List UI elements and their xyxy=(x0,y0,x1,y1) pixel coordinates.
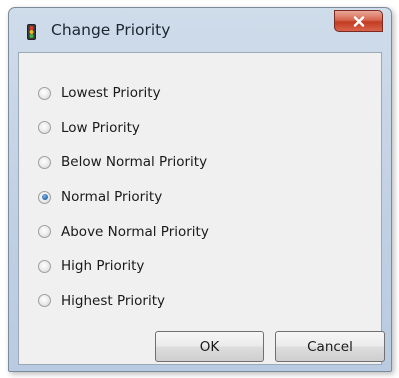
radio-below-normal-priority[interactable]: Below Normal Priority xyxy=(38,145,209,180)
radio-button[interactable] xyxy=(38,294,51,308)
option-label: Highest Priority xyxy=(61,292,165,309)
option-label: Below Normal Priority xyxy=(61,154,208,171)
radio-highest-priority[interactable]: Highest Priority xyxy=(38,284,209,319)
dialog-title: Change Priority xyxy=(51,21,171,39)
radio-button[interactable] xyxy=(38,190,51,204)
option-label: Low Priority xyxy=(61,119,140,136)
priority-options: Lowest Priority Low Priority Below Norma… xyxy=(38,76,209,318)
title-bar[interactable]: Change Priority xyxy=(9,8,391,52)
option-label: Normal Priority xyxy=(61,189,163,206)
radio-normal-priority[interactable]: Normal Priority xyxy=(38,180,209,215)
close-button[interactable] xyxy=(334,10,383,32)
ok-button[interactable]: OK xyxy=(155,331,264,362)
radio-button[interactable] xyxy=(38,155,51,169)
radio-button[interactable] xyxy=(38,121,51,135)
cancel-button[interactable]: Cancel xyxy=(275,331,385,362)
close-icon xyxy=(353,15,364,27)
dialog-body: Lowest Priority Low Priority Below Norma… xyxy=(18,52,385,365)
radio-low-priority[interactable]: Low Priority xyxy=(38,111,209,146)
change-priority-dialog: Change Priority Lowest Priority Low Prio… xyxy=(8,7,392,372)
radio-button[interactable] xyxy=(38,225,51,239)
radio-button[interactable] xyxy=(38,259,51,273)
radio-lowest-priority[interactable]: Lowest Priority xyxy=(38,76,209,111)
radio-high-priority[interactable]: High Priority xyxy=(38,249,209,284)
option-label: High Priority xyxy=(61,258,145,275)
traffic-light-icon xyxy=(27,24,36,40)
radio-button[interactable] xyxy=(38,86,51,100)
option-label: Lowest Priority xyxy=(61,85,161,102)
radio-above-normal-priority[interactable]: Above Normal Priority xyxy=(38,214,209,249)
option-label: Above Normal Priority xyxy=(61,223,209,240)
